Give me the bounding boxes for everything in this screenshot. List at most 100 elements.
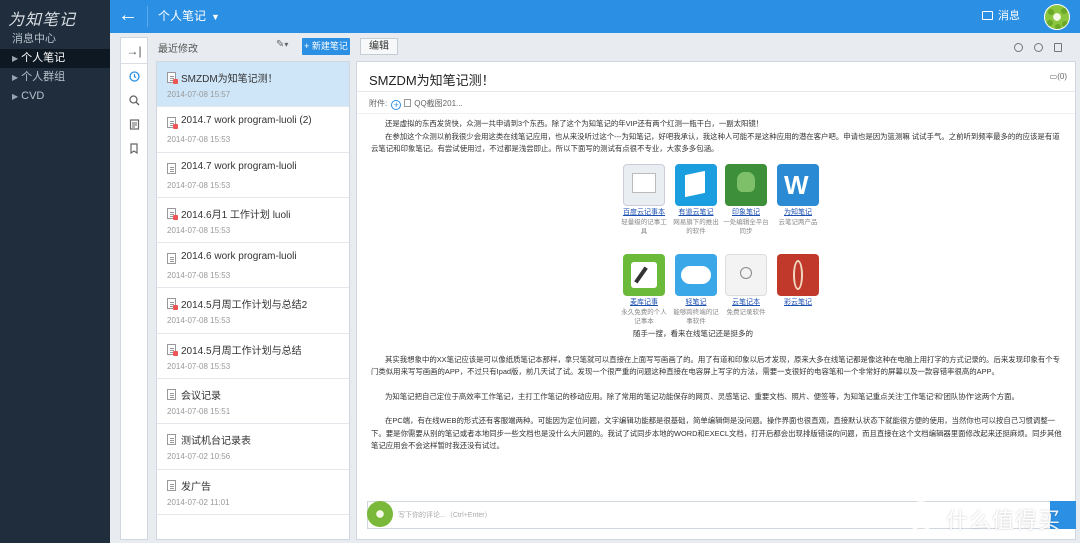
collapse-button[interactable]: →| <box>121 38 147 64</box>
list-item[interactable]: 会议记录 2014-07-08 15:51 <box>157 379 349 425</box>
comment-count[interactable]: ▭(0) <box>1050 72 1067 81</box>
notes-button[interactable] <box>121 112 147 136</box>
sort-menu[interactable]: ✎▾ <box>276 39 288 50</box>
note-title: 2014.6月1 工作计划 luoli <box>181 209 291 221</box>
note-title: 2014.5月周工作计划与总结2 <box>181 300 308 312</box>
watermark: 什么值得买 <box>906 501 1074 535</box>
list-item[interactable]: 测试机台记录表 2014-07-02 10:56 <box>157 424 349 470</box>
note-body[interactable]: 还是虚拟的东西发货快，众测一共申请到3个东西。除了这个为知笔记的年VIP还有两个… <box>371 118 1065 498</box>
app-card: W 为知笔记 云笔记两产品 <box>775 163 821 227</box>
list-item[interactable]: 2014.7 work program-luoli 2014-07-08 15:5… <box>157 153 349 198</box>
note-date: 2014-07-08 15:53 <box>167 180 231 190</box>
note-panel: SMZDM为知笔记测！ ▭(0) 附件: + QQ截图201... 还是虚拟的东西发… <box>356 61 1076 540</box>
attachment-file[interactable]: QQ截图201... <box>414 99 462 108</box>
file-icon <box>404 99 412 107</box>
app-desc: 一处编辑全平台同步 <box>723 218 769 235</box>
paragraph: 还是虚拟的东西发货快，众测一共申请到3个东西。除了这个为知笔记的年VIP还有两个… <box>385 119 764 128</box>
avatar <box>367 501 393 527</box>
app-card: 彩云笔记 <box>775 253 821 308</box>
list-item[interactable]: 2014.5月周工作计划与总结 2014-07-08 15:53 <box>157 334 349 380</box>
note-image-icon <box>167 72 178 84</box>
note-title: 测试机台记录表 <box>181 436 251 448</box>
history-icon[interactable] <box>1034 43 1043 52</box>
collapse-icon: →| <box>126 44 142 58</box>
notebook-selector[interactable]: 个人笔记 ▼ <box>158 0 220 33</box>
app-logo: 为知笔记 <box>8 10 77 29</box>
app-card: 有道云笔记 网易旗下的推出的软件 <box>673 163 719 236</box>
note-title: SMZDM为知笔记测！ <box>181 74 278 85</box>
tool-strip: →| <box>120 37 148 540</box>
search-button[interactable] <box>121 88 147 112</box>
app-name[interactable]: 轻笔记 <box>673 298 719 308</box>
chevron-right-icon: ▶ <box>12 92 19 101</box>
list-item[interactable]: 2014.5月周工作计划与总结2 2014-07-08 15:53 <box>157 288 349 334</box>
avatar[interactable] <box>1044 4 1070 30</box>
note-title: 2014.6 work program-luoli <box>181 251 297 263</box>
app-desc: 免费记录软件 <box>726 308 766 316</box>
comment-placeholder: 写下你的评论...（Ctrl+Enter） <box>398 512 492 519</box>
image-caption: 随手一搜，看来在线笔记还是挺多的 <box>633 328 753 338</box>
note-title: 会议记录 <box>181 391 221 403</box>
notebook-name: 个人笔记 <box>158 9 207 23</box>
arrow-left-icon: ← <box>118 4 138 26</box>
note-date: 2014-07-08 15:53 <box>167 316 231 326</box>
light-note-icon <box>675 253 717 296</box>
app-desc: 云笔记两产品 <box>778 218 818 226</box>
messages-label: 消息 <box>998 10 1020 22</box>
app-desc: 永久免费的个人记事本 <box>621 308 667 325</box>
evernote-icon <box>725 163 767 206</box>
app-card: 云笔记本 免费记录软件 <box>723 253 769 317</box>
note-date: 2014-07-08 15:53 <box>167 135 231 145</box>
new-note-button[interactable]: + 新建笔记 <box>302 38 350 55</box>
app-name[interactable]: 印象笔记 <box>723 208 769 218</box>
message-icon <box>982 11 993 20</box>
app-name[interactable]: 云笔记本 <box>723 298 769 308</box>
sidebar-item-label: 个人群组 <box>21 71 66 83</box>
list-item[interactable]: 发广告 2014-07-02 11:01 <box>157 470 349 515</box>
note-editor: 编辑 SMZDM为知笔记测！ ▭(0) 附件: + QQ截图201... 还是虚拟的… <box>356 37 1076 540</box>
add-attachment-icon[interactable]: + <box>391 100 402 110</box>
app-name[interactable]: 有道云笔记 <box>673 208 719 218</box>
list-item[interactable]: SMZDM为知笔记测！ 2014-07-08 15:57 <box>157 62 349 108</box>
app-card: 印象笔记 一处编辑全平台同步 <box>723 163 769 236</box>
list-item[interactable]: 2014.6月1 工作计划 luoli 2014-07-08 15:53 <box>157 198 349 244</box>
divider <box>147 6 148 27</box>
sidebar-item-personal-notes[interactable]: ▶ 个人笔记 <box>0 49 110 68</box>
maiku-note-icon <box>623 253 665 296</box>
note-date: 2014-07-08 15:51 <box>167 407 231 417</box>
note-items: SMZDM为知笔记测！ 2014-07-08 15:57 2014.7 work … <box>156 61 350 540</box>
back-button[interactable]: ← <box>110 0 146 33</box>
app-desc: 网易旗下的推出的软件 <box>673 218 719 235</box>
trash-icon[interactable] <box>1054 43 1062 52</box>
app-name[interactable]: 为知笔记 <box>775 208 821 218</box>
sidebar-item-messages[interactable]: 消息中心 <box>0 30 110 49</box>
note-date: 2014-07-02 10:56 <box>167 452 231 462</box>
info-icon[interactable] <box>1014 43 1023 52</box>
app-name[interactable]: 彩云笔记 <box>775 298 821 308</box>
edit-button[interactable]: 编辑 <box>360 38 398 55</box>
app-name[interactable]: 百度云记事本 <box>621 208 667 218</box>
list-item[interactable]: 2014.7 work program-luoli (2) 2014-07-08 … <box>157 107 349 153</box>
note-date: 2014-07-08 15:53 <box>167 225 231 235</box>
app-name[interactable]: 麦库记事 <box>621 298 667 308</box>
chevron-right-icon: ▶ <box>12 73 19 82</box>
note-date: 2014-07-08 15:53 <box>167 361 231 371</box>
note-doc-icon <box>167 434 176 446</box>
messages-button[interactable]: 消息 <box>982 0 1020 33</box>
list-item[interactable]: 2014.6 work program-luoli 2014-07-08 15:5… <box>157 243 349 289</box>
youdao-note-icon <box>675 163 717 206</box>
sidebar-item-label: 消息中心 <box>12 33 56 45</box>
sidebar-item-cvd[interactable]: ▶ CVD <box>0 87 110 106</box>
tag-icon <box>129 142 138 154</box>
chevron-down-icon: ▼ <box>211 12 220 22</box>
recent-button[interactable] <box>121 64 147 88</box>
clock-icon <box>128 70 140 82</box>
sidebar-item-personal-groups[interactable]: ▶ 个人群组 <box>0 68 110 87</box>
sidebar: 为知笔记 消息中心 ▶ 个人笔记 ▶ 个人群组 ▶ CVD <box>0 0 110 543</box>
note-date: 2014-07-02 11:01 <box>167 497 230 507</box>
note-list-header: 最近修改 ✎▾ + 新建笔记 <box>156 37 350 56</box>
paragraph: 在PC端，有在线WEB的形式还有客服端两种。可能因为定位问题，文字编辑功能都是很… <box>371 416 1062 450</box>
note-doc-icon <box>167 162 176 174</box>
tags-button[interactable] <box>121 136 147 160</box>
note-image-icon <box>167 298 178 311</box>
